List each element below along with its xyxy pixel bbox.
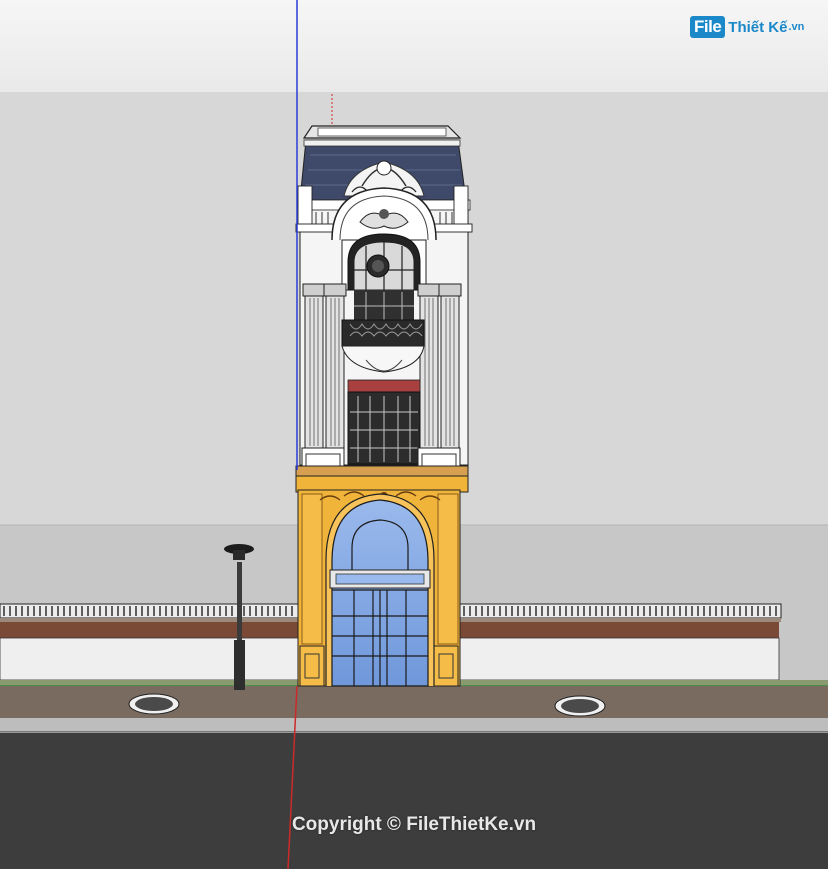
viewport-scene [0,0,828,869]
logo-domain-text: .vn [788,21,805,33]
sidewalk [0,686,828,718]
townhouse-model [295,125,473,687]
copyright-watermark: Copyright © FileThietKe.vn [291,814,537,835]
road [0,733,828,869]
fence-right [458,603,782,681]
logo-brand-text: Thiết Kế [728,18,788,36]
manhole-right [554,695,606,717]
logo-file-text: File [690,16,726,38]
filethietke-logo: File Thiết Kế .vn [690,14,804,40]
manhole-left [128,693,180,715]
fence-left [0,603,299,681]
